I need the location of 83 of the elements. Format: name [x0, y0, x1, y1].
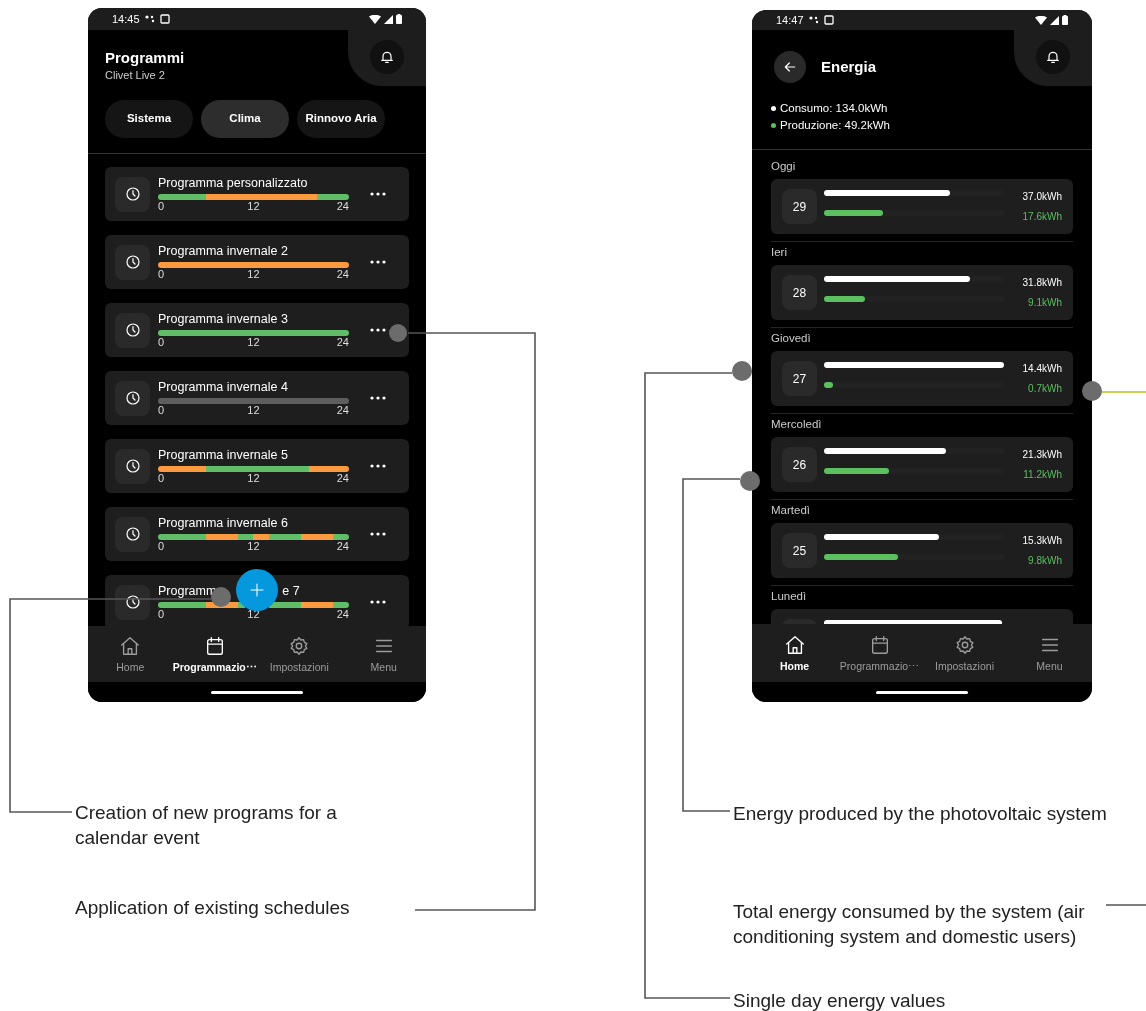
program-card[interactable]: Programma invernale 2 0 12 24: [105, 235, 409, 289]
scale-label: 0: [158, 540, 166, 552]
annotation-text: Creation of new programs for a calendar event: [75, 801, 338, 850]
program-name: Programma invernale 6: [158, 516, 288, 531]
screen-title: Energia: [821, 56, 877, 77]
program-name: Programma invernale 4: [158, 380, 288, 395]
day-label: Ieri: [771, 245, 788, 260]
scale-label: 12: [246, 268, 261, 280]
scale-label: 0: [158, 472, 166, 484]
legend-text: Produzione: 49.2kWh: [780, 118, 890, 133]
nav-item[interactable]: Menu: [341, 626, 426, 682]
status-time: 14:45: [112, 11, 140, 27]
annotation-text: Application of existing schedules: [75, 896, 351, 920]
day-card[interactable]: 27 14.4kWh 0.7kWh: [771, 351, 1073, 406]
day-label: Martedì: [771, 503, 811, 518]
consumption-value: 21.3kWh: [1022, 448, 1062, 461]
program-name: Programma personalizzato: [158, 176, 308, 191]
scale-label: 0: [158, 608, 166, 620]
scale-label: 24: [335, 472, 349, 484]
day-card[interactable]: 26 21.3kWh 11.2kWh: [771, 437, 1073, 492]
scale-label: 12: [246, 336, 261, 348]
day-card[interactable]: 28 31.8kWh 9.1kWh: [771, 265, 1073, 320]
nav-item[interactable]: Home: [88, 626, 173, 682]
program-card[interactable]: Programma invernale 3 0 12 24: [105, 303, 409, 357]
scale-label: 0: [158, 200, 166, 212]
scale-label: 24: [335, 540, 349, 552]
annotation-text: Single day energy values: [733, 989, 947, 1011]
scale-label: 24: [335, 336, 349, 348]
program-card[interactable]: Programma personalizzato 0 12 24: [105, 167, 409, 221]
scale-label: 24: [335, 608, 349, 620]
status-time: 14:47: [776, 12, 804, 28]
annotation-text: Total energy consumed by the system (air conditioning system and domestic users): [733, 900, 1086, 949]
scale-label: 12: [246, 404, 261, 416]
consumption-value: 37.0kWh: [1022, 190, 1062, 203]
production-value: 17.6kWh: [1022, 210, 1062, 223]
day-label: Giovedì: [771, 331, 812, 346]
day-card[interactable]: 29 37.0kWh 17.6kWh: [771, 179, 1073, 234]
scale-label: 24: [335, 200, 349, 212]
day-label: Oggi: [771, 159, 797, 174]
annotation-text: Energy produced by the photovoltaic system: [733, 802, 1108, 826]
day-number: 26: [782, 447, 817, 482]
program-card[interactable]: Programma invernale 6 0 12 24: [105, 507, 409, 561]
production-value: 9.8kWh: [1028, 554, 1062, 567]
day-number: 27: [782, 361, 817, 396]
nav-item[interactable]: Programmazio⋯: [172, 626, 257, 682]
tab[interactable]: Sistema: [105, 100, 193, 138]
scale-label: 0: [158, 268, 166, 280]
program-name: Programma invernale 5: [158, 448, 288, 463]
production-value: 0.7kWh: [1028, 382, 1062, 395]
scale-label: 0: [158, 404, 166, 416]
day-label: Mercoledì: [771, 417, 823, 432]
program-name: Programm: [158, 584, 217, 599]
legend-text: Consumo: 134.0kWh: [780, 101, 888, 116]
screen-subtitle: Clivet Live 2: [105, 68, 165, 82]
day-label: Lunedì: [771, 589, 808, 604]
consumption-value: 31.8kWh: [1022, 276, 1062, 289]
scale-label: 12: [246, 200, 261, 212]
day-number: 29: [782, 189, 817, 224]
day-number: 28: [782, 275, 817, 310]
program-name: Programma invernale 3: [158, 312, 288, 327]
consumption-value: 15.3kWh: [1022, 534, 1062, 547]
tab[interactable]: Rinnovo Aria: [297, 100, 385, 138]
program-card[interactable]: Programma invernale 5 0 12 24: [105, 439, 409, 493]
nav-item[interactable]: Impostazioni: [922, 624, 1007, 682]
scale-label: 24: [335, 404, 349, 416]
program-name: Programma invernale 2: [158, 244, 288, 259]
scale-label: 0: [158, 336, 166, 348]
production-value: 11.2kWh: [1023, 468, 1062, 481]
production-value: 9.1kWh: [1028, 296, 1062, 309]
program-card[interactable]: Programma invernale 4 0 12 24: [105, 371, 409, 425]
nav-item[interactable]: Impostazioni: [257, 626, 342, 682]
day-number: 25: [782, 533, 817, 568]
nav-item[interactable]: Programmazio⋯: [837, 624, 922, 682]
nav-item[interactable]: Home: [752, 624, 837, 682]
program-name: e 7: [282, 584, 300, 599]
tab[interactable]: Clima: [201, 100, 289, 138]
day-card[interactable]: 25 15.3kWh 9.8kWh: [771, 523, 1073, 578]
screen-title: Programmi: [105, 48, 185, 68]
scale-label: 24: [335, 268, 349, 280]
consumption-value: 14.4kWh: [1022, 362, 1062, 375]
scale-label: 12: [246, 472, 261, 484]
scale-label: 12: [246, 540, 261, 552]
nav-item[interactable]: Menu: [1007, 624, 1092, 682]
